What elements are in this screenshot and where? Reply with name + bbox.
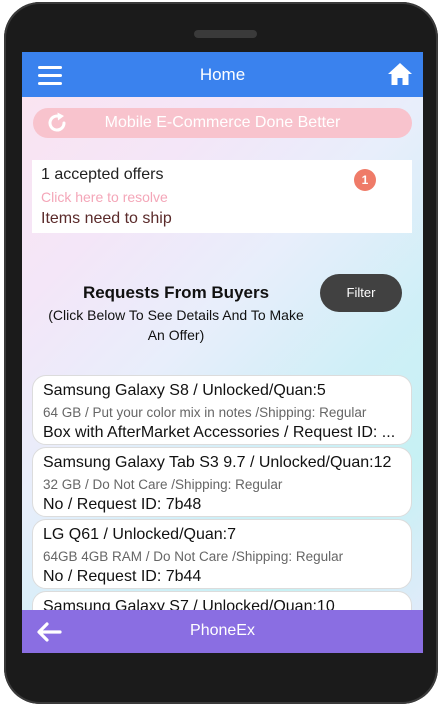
item-request-id: No / Request ID: 7b48 — [43, 496, 202, 513]
list-item[interactable]: Samsung Galaxy S8 / Unlocked/Quan:5 64 G… — [32, 375, 412, 445]
requests-subtitle: (Click Below To See Details And To Make … — [48, 307, 304, 343]
item-details: 64GB 4GB RAM / Do Not Care /Shipping: Re… — [43, 549, 344, 564]
app-name: PhoneEx — [190, 622, 255, 639]
requests-title: Requests From Buyers — [82, 283, 270, 302]
items-to-ship-label: Items need to ship — [41, 210, 172, 227]
home-icon[interactable] — [387, 62, 413, 86]
top-app-bar: Home — [22, 52, 423, 97]
filter-button[interactable]: Filter — [320, 274, 402, 312]
item-title: Samsung Galaxy Tab S3 9.7 / Unlocked/Qua… — [43, 454, 392, 471]
banner-text: Mobile E-Commerce Done Better — [104, 114, 341, 131]
notification-badge: 1 — [354, 169, 376, 191]
bottom-app-bar: PhoneEx — [22, 610, 423, 653]
offers-card: 1 accepted offers Click here to resolve … — [32, 160, 412, 233]
item-request-id: No / Request ID: 7b44 — [43, 568, 202, 585]
phone-speaker — [194, 30, 257, 38]
list-item[interactable]: Samsung Galaxy Tab S3 9.7 / Unlocked/Qua… — [32, 447, 412, 517]
app-screen: Home Mobile E-Commerce Done Better 1 acc… — [22, 52, 423, 653]
resolve-link[interactable]: Click here to resolve — [41, 189, 168, 205]
page-title: Home — [199, 65, 246, 84]
refresh-banner[interactable]: Mobile E-Commerce Done Better — [33, 108, 412, 138]
item-request-id: Box with AfterMarket Accessories / Reque… — [43, 424, 396, 441]
item-details: 32 GB / Do Not Care /Shipping: Regular — [43, 477, 283, 492]
item-title: Samsung Galaxy S8 / Unlocked/Quan:5 — [43, 382, 326, 399]
list-item[interactable]: LG Q61 / Unlocked/Quan:7 64GB 4GB RAM / … — [32, 519, 412, 589]
item-details: 64 GB / Put your color mix in notes /Shi… — [43, 405, 367, 420]
accepted-offers-label: 1 accepted offers — [41, 166, 164, 183]
item-title: LG Q61 / Unlocked/Quan:7 — [43, 526, 236, 543]
